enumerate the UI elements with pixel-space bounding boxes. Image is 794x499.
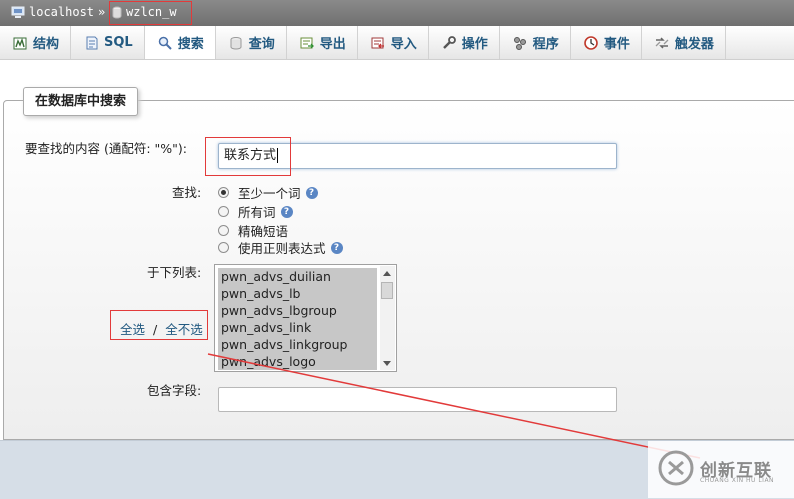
tab-label: 事件 (603, 37, 630, 52)
table-option[interactable]: pwn_advs_linkgroup (218, 336, 377, 353)
tab-label: 查询 (248, 37, 275, 52)
scroll-thumb[interactable] (381, 282, 393, 299)
search-mode-option[interactable]: 至少一个词? (218, 183, 318, 202)
radio-button[interactable] (218, 206, 229, 217)
help-icon[interactable]: ? (305, 186, 318, 199)
tab-export[interactable]: 导出 (287, 26, 358, 59)
triggers-icon (655, 36, 669, 49)
field-input[interactable] (218, 387, 617, 412)
find-label: 要查找的内容 (通配符: "%"): (25, 141, 187, 156)
radio-button[interactable] (218, 242, 229, 253)
tab-structure[interactable]: 结构 (0, 26, 72, 59)
brand-subtitle: CHUANG XIN HU LIAN (700, 477, 775, 484)
tab-wrench[interactable]: 操作 (429, 26, 500, 59)
annotation-box-database (109, 1, 192, 25)
tab-label: 触发器 (674, 37, 714, 52)
tab-search[interactable]: 搜索 (144, 26, 216, 59)
mode-label: 使用正则表达式 (238, 241, 326, 256)
tab-label: 程序 (532, 37, 559, 52)
watermark: 创新互联 CHUANG XIN HU LIAN (648, 441, 794, 498)
mode-label: 所有词 (238, 205, 276, 220)
table-option[interactable]: pwn_advs_duilian (218, 268, 377, 285)
tables-label: 于下列表: (147, 265, 202, 280)
tab-label: SQL (104, 35, 133, 50)
breadcrumb: localhost » wzlcn_w (0, 0, 794, 26)
structure-icon (13, 37, 27, 49)
table-option[interactable]: pwn_advs_lbgroup (218, 302, 377, 319)
field-label: 包含字段: (147, 383, 202, 398)
wrench-icon (442, 35, 456, 49)
tab-label: 搜索 (177, 37, 204, 52)
import-icon (371, 37, 384, 48)
radio-button[interactable] (218, 225, 229, 236)
table-select-list[interactable]: pwn_advs_duilian pwn_advs_lb pwn_advs_lbgr… (214, 264, 397, 372)
routines-icon (513, 36, 526, 50)
annotation-box-select-links (110, 310, 208, 340)
tab-sql[interactable]: SQL (71, 26, 145, 59)
breadcrumb-separator: » (98, 5, 106, 19)
tab-label: 导出 (319, 37, 346, 52)
tab-label: 操作 (461, 37, 488, 52)
table-option[interactable]: pwn_advs_logo (218, 353, 377, 370)
search-icon (158, 36, 172, 50)
tab-label: 导入 (390, 37, 417, 52)
tab-routines[interactable]: 程序 (500, 26, 571, 59)
scrollbar[interactable] (380, 266, 395, 370)
mode-label: 至少一个词 (238, 186, 301, 201)
table-options: pwn_advs_duilian pwn_advs_lb pwn_advs_lbgr… (218, 268, 377, 370)
table-option[interactable]: pwn_advs_lb (218, 285, 377, 302)
brand-logo-icon (658, 450, 694, 486)
tab-bar: 结构 SQL 搜索 查询 导出 导入 操作 程序 事件 触发器 (0, 26, 794, 60)
annotation-box-search-input (205, 137, 291, 176)
server-icon (11, 6, 25, 18)
sql-icon (86, 36, 98, 49)
search-mode-option[interactable]: 所有词? (218, 202, 293, 221)
search-mode-option[interactable]: 使用正则表达式? (218, 238, 343, 257)
scroll-down-arrow-icon[interactable] (383, 361, 391, 366)
scroll-up-arrow-icon[interactable] (383, 271, 391, 276)
table-option[interactable]: pwn_advs_link (218, 319, 377, 336)
server-name: localhost (29, 5, 95, 19)
mode-label: 查找: (172, 185, 202, 200)
search-legend: 在数据库中搜索 (23, 87, 139, 116)
tab-import[interactable]: 导入 (358, 26, 429, 59)
help-icon[interactable]: ? (280, 205, 293, 218)
help-icon[interactable]: ? (330, 241, 343, 254)
breadcrumb-server[interactable]: localhost (11, 5, 94, 19)
export-icon (300, 37, 314, 48)
tab-clock[interactable]: 事件 (571, 26, 642, 59)
tab-triggers[interactable]: 触发器 (642, 26, 726, 59)
tab-label: 结构 (33, 37, 60, 52)
tab-query[interactable]: 查询 (216, 26, 287, 59)
clock-icon (584, 35, 598, 50)
radio-button[interactable] (218, 187, 229, 198)
query-icon (230, 36, 242, 49)
